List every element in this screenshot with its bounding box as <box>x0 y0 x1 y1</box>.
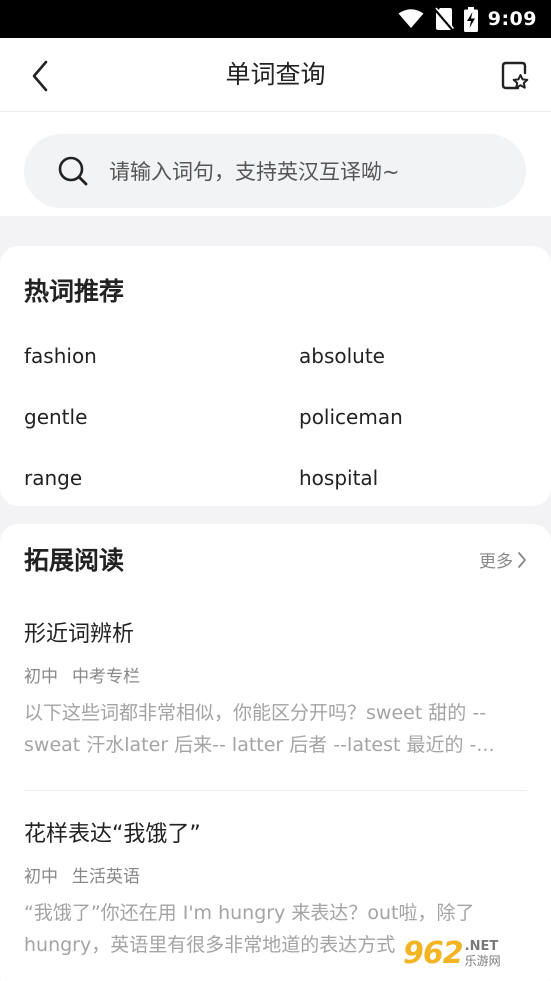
article-tag: 中考专栏 <box>72 667 140 687</box>
hot-words-title: 热词推荐 <box>24 277 125 306</box>
status-bar: 9:09 <box>0 0 551 38</box>
article-item[interactable]: 形近词辨析 初中 中考专栏 以下这些词都非常相似，你能区分开吗？sweet 甜的 … <box>24 620 527 761</box>
status-time: 9:09 <box>487 8 537 30</box>
page-title: 单词查询 <box>225 60 326 89</box>
bookmark-star-icon <box>501 61 529 90</box>
watermark-logo: 962 .NET 乐游网 <box>403 931 543 975</box>
hot-word-item[interactable]: fashion <box>24 344 97 368</box>
article-title: 花样表达“我饿了” <box>24 822 201 847</box>
hot-words-card: 热词推荐 fashion absolute gentle policeman r… <box>0 246 551 506</box>
header: 单词查询 <box>0 38 551 112</box>
battery-charging-icon <box>463 6 478 32</box>
chevron-right-icon <box>518 551 526 568</box>
hot-word-item[interactable]: policeman <box>299 405 403 429</box>
article-title: 形近词辨析 <box>24 622 135 647</box>
extended-reading-title: 拓展阅读 <box>24 546 125 575</box>
extended-reading-card: 拓展阅读 更多 形近词辨析 初中 中考专栏 以下这些词都非常相似，你能区分开吗？s… <box>0 524 551 981</box>
favorites-button[interactable] <box>497 58 533 94</box>
article-tag: 生活英语 <box>72 867 140 887</box>
watermark-net: .NET <box>464 938 499 954</box>
article-tag: 初中 <box>24 667 58 687</box>
search-input[interactable]: 请输入词句，支持英汉互译呦~ <box>24 134 526 208</box>
hot-word-item[interactable]: range <box>24 466 82 490</box>
hot-word-item[interactable]: gentle <box>24 405 87 429</box>
hot-word-item[interactable]: hospital <box>299 466 378 490</box>
article-tags: 初中 中考专栏 <box>24 662 527 687</box>
article-tag: 初中 <box>24 867 58 887</box>
watermark-cn: 乐游网 <box>464 953 501 968</box>
search-icon <box>55 153 91 189</box>
watermark-text: .NET 乐游网 <box>465 940 501 967</box>
hot-word-item[interactable]: absolute <box>299 344 385 368</box>
wifi-icon <box>398 9 424 28</box>
search-area: 请输入词句，支持英汉互译呦~ <box>0 112 551 216</box>
more-link[interactable]: 更多 <box>479 547 527 572</box>
watermark-logo-number: 962 <box>403 935 464 971</box>
status-icons: 9:09 <box>398 6 537 32</box>
article-tags: 初中 生活英语 <box>24 862 527 887</box>
no-sim-icon <box>433 7 454 31</box>
divider <box>24 790 527 791</box>
more-label: 更多 <box>479 552 513 572</box>
article-summary: 以下这些词都非常相似，你能区分开吗？sweet 甜的 -- sweat 汗水la… <box>24 702 495 756</box>
search-placeholder: 请输入词句，支持英汉互译呦~ <box>109 160 400 184</box>
